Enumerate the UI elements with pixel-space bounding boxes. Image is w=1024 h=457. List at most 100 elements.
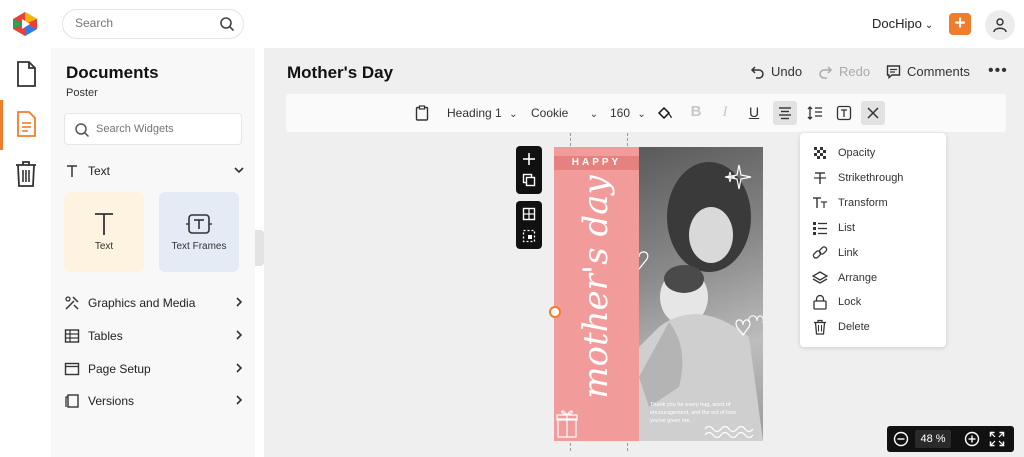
lock-icon xyxy=(813,294,827,310)
document-title[interactable]: Mother's Day xyxy=(287,63,393,83)
duplicate-icon[interactable] xyxy=(522,173,536,187)
section-graphics-label: Graphics and Media xyxy=(88,296,196,310)
text-box-icon xyxy=(836,105,852,121)
widgets-document-icon[interactable] xyxy=(13,110,39,138)
layers-icon xyxy=(812,271,828,284)
add-icon[interactable] xyxy=(522,152,536,166)
section-text-label: Text xyxy=(88,164,111,178)
poster-photo[interactable] xyxy=(629,147,763,441)
search-icon xyxy=(75,123,90,138)
workspace-dropdown[interactable]: DocHipo ⌄ xyxy=(872,16,933,31)
comments-label: Comments xyxy=(907,64,970,79)
close-toolbar-button[interactable] xyxy=(861,101,885,125)
section-page-setup-label: Page Setup xyxy=(88,362,151,376)
comments-button[interactable]: Comments xyxy=(886,64,970,79)
strikethrough-icon xyxy=(814,172,826,184)
poster-caption[interactable]: Thank you for every hug, word of encoura… xyxy=(650,401,750,425)
document-icon[interactable] xyxy=(13,60,39,88)
section-tables-label: Tables xyxy=(88,329,123,343)
undo-button[interactable]: Undo xyxy=(750,64,802,79)
redo-icon xyxy=(819,66,833,79)
bold-button[interactable]: B xyxy=(684,101,708,125)
poster-happy-text[interactable]: HAPPY xyxy=(554,156,639,170)
widget-search-input[interactable] xyxy=(96,123,226,135)
menu-item-link[interactable]: Link xyxy=(812,243,940,263)
chevron-down-icon: ⌄ xyxy=(924,20,934,31)
select-frame-icon[interactable] xyxy=(522,229,536,243)
text-frame-icon xyxy=(186,214,212,234)
workspace-name: DocHipo xyxy=(872,16,922,31)
menu-item-label: Link xyxy=(838,247,859,259)
zoom-in-icon[interactable] xyxy=(964,431,980,447)
zoom-control: 48 % xyxy=(887,426,1014,452)
menu-item-list[interactable]: List xyxy=(812,218,940,238)
element-tools-group-2 xyxy=(516,201,542,249)
clipboard-icon[interactable] xyxy=(415,105,429,121)
menu-item-strikethrough[interactable]: Strikethrough xyxy=(812,168,940,188)
page-setup-icon xyxy=(64,362,80,376)
create-new-button[interactable]: + xyxy=(949,13,971,35)
global-search[interactable] xyxy=(62,9,244,39)
search-icon[interactable] xyxy=(219,16,235,32)
graphics-icon xyxy=(65,296,79,310)
line-spacing-button[interactable] xyxy=(803,101,827,125)
text-widget-label: Text xyxy=(94,241,114,252)
poster-script-text[interactable]: mother's day xyxy=(576,175,616,399)
redo-label: Redo xyxy=(839,64,871,79)
text-color-icon[interactable] xyxy=(656,105,674,121)
zoom-level[interactable]: 48 % xyxy=(915,430,951,448)
link-icon xyxy=(812,246,828,259)
section-versions[interactable]: Versions xyxy=(64,390,246,412)
trash-icon[interactable] xyxy=(13,160,39,188)
font-family-select[interactable]: Cookie ⌄ xyxy=(531,102,598,124)
text-frames-card[interactable]: Text Frames xyxy=(159,192,239,272)
section-text[interactable]: Text xyxy=(64,160,246,182)
zoom-value: 48 xyxy=(920,433,933,445)
panel-collapse-handle[interactable] xyxy=(255,230,264,266)
user-avatar[interactable] xyxy=(985,10,1015,40)
menu-item-label: List xyxy=(838,222,856,234)
italic-button[interactable]: I xyxy=(713,101,737,125)
element-tools-group-1 xyxy=(516,146,542,194)
align-center-button[interactable] xyxy=(773,101,797,125)
text-box-button[interactable] xyxy=(832,101,856,125)
menu-item-delete[interactable]: Delete xyxy=(812,317,940,337)
fullscreen-icon[interactable] xyxy=(989,431,1005,447)
redo-button[interactable]: Redo xyxy=(818,64,870,79)
undo-label: Undo xyxy=(771,64,803,79)
section-graphics[interactable]: Graphics and Media xyxy=(64,292,246,314)
menu-item-opacity[interactable]: Opacity xyxy=(812,143,940,163)
menu-item-label: Lock xyxy=(838,296,862,308)
text-widget-card[interactable]: Text xyxy=(64,192,144,272)
rotate-handle[interactable] xyxy=(549,306,561,318)
user-icon xyxy=(993,18,1007,33)
zoom-out-icon[interactable] xyxy=(893,431,909,447)
font-size-select[interactable]: 160 ⌄ xyxy=(610,102,646,124)
chevron-down-icon xyxy=(234,167,244,174)
trash-icon xyxy=(814,319,826,335)
section-page-setup[interactable]: Page Setup xyxy=(64,358,246,380)
underline-button[interactable]: U xyxy=(742,101,766,125)
menu-item-arrange[interactable]: Arrange xyxy=(812,268,940,288)
heading-style-select[interactable]: Heading 1 ⌄ xyxy=(447,102,517,124)
text-frames-label: Text Frames xyxy=(171,241,227,252)
top-bar: DocHipo⌄ + xyxy=(0,0,1024,48)
zoom-unit: % xyxy=(935,433,946,445)
section-tables[interactable]: Tables xyxy=(64,325,246,347)
transform-icon xyxy=(813,197,827,208)
icon-rail xyxy=(0,48,51,457)
chevron-right-icon xyxy=(236,297,243,307)
global-search-input[interactable] xyxy=(75,16,215,30)
menu-item-lock[interactable]: Lock xyxy=(812,292,940,312)
poster-canvas[interactable]: HAPPY mother's day Thank you for every h… xyxy=(554,147,763,441)
table-icon xyxy=(64,329,80,343)
dochipo-logo[interactable] xyxy=(12,11,38,37)
chevron-right-icon xyxy=(236,330,243,340)
menu-item-label: Transform xyxy=(838,197,888,209)
more-options-button[interactable]: ••• xyxy=(988,62,1008,80)
grid-icon[interactable] xyxy=(522,207,536,221)
menu-item-transform[interactable]: Transform xyxy=(812,193,940,213)
comment-icon xyxy=(886,65,901,79)
widget-search[interactable] xyxy=(64,113,242,145)
font-size-value: 160 xyxy=(610,106,631,120)
